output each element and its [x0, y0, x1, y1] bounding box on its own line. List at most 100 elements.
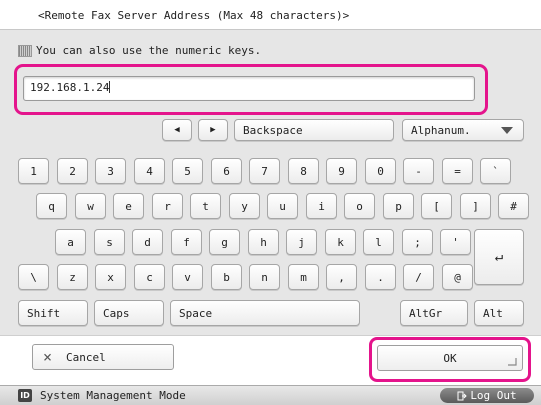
- key-row2-9[interactable]: p: [383, 193, 414, 219]
- key-label: j: [298, 235, 305, 249]
- key-row4-3[interactable]: c: [134, 264, 165, 290]
- backspace-button[interactable]: Backspace: [234, 119, 394, 141]
- key-row3-7[interactable]: k: [325, 229, 356, 255]
- key-label: d: [144, 235, 151, 249]
- ok-button[interactable]: OK: [377, 345, 523, 371]
- key-row2-4[interactable]: t: [190, 193, 221, 219]
- key-row2-8[interactable]: o: [344, 193, 375, 219]
- key-label: `: [492, 164, 499, 178]
- key-row4-11[interactable]: @: [442, 264, 473, 290]
- key-row3-1[interactable]: s: [94, 229, 125, 255]
- key-row2-3[interactable]: r: [152, 193, 183, 219]
- key-label: 2: [69, 164, 76, 178]
- key-row4-7[interactable]: m: [288, 264, 319, 290]
- key-row3-4[interactable]: g: [209, 229, 240, 255]
- input-mode-value: Alphanum.: [411, 123, 471, 137]
- key-label: 8: [300, 164, 307, 178]
- key-label: 3: [107, 164, 114, 178]
- key-row3-10[interactable]: ': [440, 229, 471, 255]
- alt-label: Alt: [483, 306, 503, 320]
- key-label: n: [261, 270, 268, 284]
- address-input-value: 192.168.1.24: [30, 81, 110, 94]
- key-row2-10[interactable]: [: [421, 193, 452, 219]
- key-row1-8[interactable]: 9: [326, 158, 357, 184]
- key-row1-3[interactable]: 4: [134, 158, 165, 184]
- cancel-label: Cancel: [66, 350, 106, 364]
- input-mode-dropdown[interactable]: Alphanum.: [402, 119, 524, 141]
- cursor-right-button[interactable]: ▶: [198, 119, 228, 141]
- space-label: Space: [179, 306, 213, 320]
- key-row4-8[interactable]: ,: [326, 264, 357, 290]
- caps-label: Caps: [103, 306, 130, 320]
- key-label: s: [106, 235, 113, 249]
- key-label: 0: [377, 164, 384, 178]
- status-mode-text: System Management Mode: [40, 389, 186, 402]
- key-row2-6[interactable]: u: [267, 193, 298, 219]
- key-row2-1[interactable]: w: [75, 193, 106, 219]
- key-row2-12[interactable]: #: [498, 193, 529, 219]
- key-row4-10[interactable]: /: [403, 264, 434, 290]
- key-row3-8[interactable]: l: [363, 229, 394, 255]
- key-row1-6[interactable]: 7: [249, 158, 280, 184]
- altgr-key[interactable]: AltGr: [400, 300, 468, 326]
- key-label: -: [415, 164, 422, 178]
- enter-key[interactable]: ↵: [474, 229, 524, 285]
- key-label: e: [125, 199, 132, 213]
- space-key[interactable]: Space: [170, 300, 360, 326]
- key-row1-0[interactable]: 1: [18, 158, 49, 184]
- ok-label: OK: [443, 351, 457, 365]
- key-row3-2[interactable]: d: [132, 229, 163, 255]
- key-label: h: [260, 235, 267, 249]
- key-row3-3[interactable]: f: [171, 229, 202, 255]
- caps-key[interactable]: Caps: [94, 300, 164, 326]
- key-label: c: [146, 270, 153, 284]
- key-label: w: [87, 199, 94, 213]
- key-label: ': [452, 235, 459, 249]
- key-row1-10[interactable]: -: [403, 158, 434, 184]
- key-row2-2[interactable]: e: [113, 193, 144, 219]
- key-label: z: [69, 270, 76, 284]
- alt-key[interactable]: Alt: [474, 300, 524, 326]
- key-label: 1: [30, 164, 37, 178]
- key-row1-7[interactable]: 8: [288, 158, 319, 184]
- key-label: k: [337, 235, 344, 249]
- logout-button[interactable]: Log Out: [440, 388, 534, 403]
- key-row1-4[interactable]: 5: [172, 158, 203, 184]
- key-label: v: [184, 270, 191, 284]
- key-row4-2[interactable]: x: [95, 264, 126, 290]
- key-row1-12[interactable]: `: [480, 158, 511, 184]
- key-row2-11[interactable]: ]: [460, 193, 491, 219]
- key-row3-6[interactable]: j: [286, 229, 317, 255]
- key-row2-7[interactable]: i: [306, 193, 337, 219]
- key-row2-5[interactable]: y: [229, 193, 260, 219]
- key-label: /: [415, 270, 422, 284]
- cursor-left-button[interactable]: ◀: [162, 119, 192, 141]
- key-label: 7: [261, 164, 268, 178]
- left-arrow-icon: ◀: [174, 125, 180, 135]
- key-row4-1[interactable]: z: [57, 264, 88, 290]
- key-row4-5[interactable]: b: [211, 264, 242, 290]
- key-row4-4[interactable]: v: [172, 264, 203, 290]
- key-row4-9[interactable]: .: [365, 264, 396, 290]
- cancel-button[interactable]: × Cancel: [32, 344, 174, 370]
- text-caret: [109, 81, 111, 93]
- key-row3-0[interactable]: a: [55, 229, 86, 255]
- key-row1-5[interactable]: 6: [211, 158, 242, 184]
- key-row2-0[interactable]: q: [36, 193, 67, 219]
- resize-corner-icon: [508, 358, 517, 366]
- key-row4-0[interactable]: \: [18, 264, 49, 290]
- key-row3-5[interactable]: h: [248, 229, 279, 255]
- key-row1-2[interactable]: 3: [95, 158, 126, 184]
- page-title: <Remote Fax Server Address (Max 48 chara…: [0, 0, 541, 30]
- key-row1-1[interactable]: 2: [57, 158, 88, 184]
- address-input[interactable]: 192.168.1.24: [23, 76, 475, 101]
- key-label: .: [377, 270, 384, 284]
- key-row3-9[interactable]: ;: [402, 229, 433, 255]
- key-label: i: [318, 199, 325, 213]
- key-row1-11[interactable]: =: [442, 158, 473, 184]
- shift-key[interactable]: Shift: [18, 300, 88, 326]
- key-label: b: [223, 270, 230, 284]
- key-label: ]: [472, 199, 479, 213]
- key-row4-6[interactable]: n: [249, 264, 280, 290]
- key-row1-9[interactable]: 0: [365, 158, 396, 184]
